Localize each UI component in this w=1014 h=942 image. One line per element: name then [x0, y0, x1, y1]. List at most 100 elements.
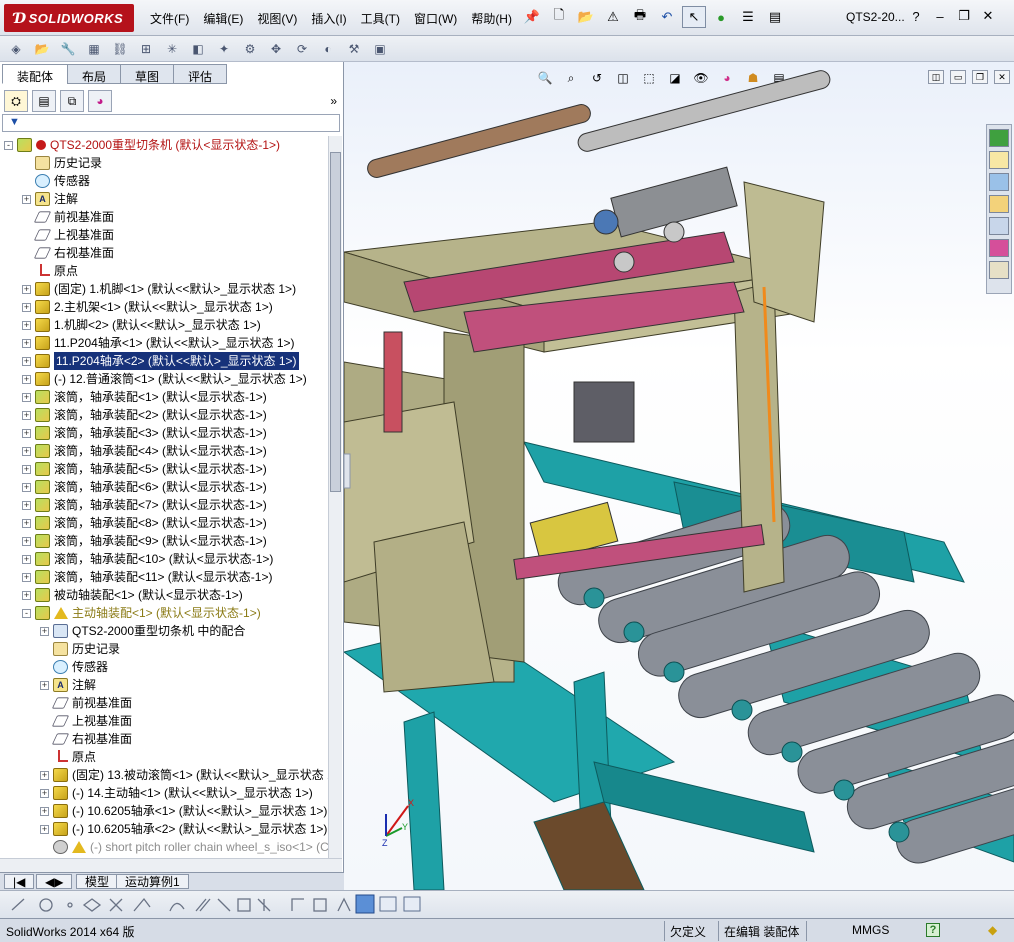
tree-node[interactable]: + 滚筒，轴承装配<9> (默认<显示状态-1>): [22, 532, 267, 550]
tree-expander-icon[interactable]: +: [40, 680, 49, 690]
tree-node[interactable]: 右视基准面: [22, 244, 114, 262]
minimize-icon[interactable]: –: [932, 8, 948, 24]
options-icon[interactable]: ☰: [736, 6, 760, 28]
tree-node[interactable]: - QTS2-2000重型切条机 (默认<显示状态-1>): [4, 136, 280, 154]
tree-expander-icon[interactable]: +: [40, 806, 49, 816]
tree-node[interactable]: + 滚筒，轴承装配<8> (默认<显示状态-1>): [22, 514, 267, 532]
menu-edit[interactable]: 编辑(E): [203, 10, 243, 27]
select-icon[interactable]: ↖: [682, 6, 706, 28]
open-icon[interactable]: 📂: [574, 6, 598, 28]
tree-node[interactable]: + (-) 14.主动轴<1> (默认<<默认>_显示状态 1>): [40, 784, 313, 802]
tree-node[interactable]: 上视基准面: [22, 226, 114, 244]
tree-node[interactable]: +11.P204轴承<1> (默认<<默认>_显示状态 1>): [22, 334, 295, 352]
explode-icon[interactable]: ✳: [162, 40, 182, 58]
sheet-icon[interactable]: ▣: [370, 40, 390, 58]
tree-node[interactable]: +1.机脚<2> (默认<<默认>_显示状态 1>): [22, 316, 261, 334]
part-icon[interactable]: ◈: [6, 40, 26, 58]
expand-panel-icon[interactable]: »: [330, 94, 337, 108]
tree-expander-icon[interactable]: +: [22, 410, 31, 420]
properties-icon[interactable]: ▤: [763, 6, 787, 28]
menu-help[interactable]: 帮助(H): [471, 10, 512, 27]
tree-node[interactable]: + (-) 10.6205轴承<2> (默认<<默认>_显示状态 1>): [40, 820, 327, 838]
tools-icon[interactable]: ⚒: [344, 40, 364, 58]
tree-expander-icon[interactable]: +: [40, 788, 49, 798]
pin-icon[interactable]: 📌: [520, 6, 544, 28]
menu-tools[interactable]: 工具(T): [361, 10, 400, 27]
rotate-icon[interactable]: ⟳: [292, 40, 312, 58]
tree-node[interactable]: + 滚筒，轴承装配<2> (默认<显示状态-1>): [22, 406, 267, 424]
tree-node[interactable]: + (固定) 1.机脚<1> (默认<<默认>_显示状态 1>): [22, 280, 296, 298]
tree-node[interactable]: (-) short pitch roller chain wheel_s_iso…: [40, 838, 328, 856]
tree-node[interactable]: + 滚筒，轴承装配<11> (默认<显示状态-1>): [22, 568, 273, 586]
print-icon[interactable]: 🖶: [628, 6, 652, 28]
tree-expander-icon[interactable]: +: [22, 518, 31, 528]
graphics-area[interactable]: 🔍 ⌕ ↺ ◫ ⬚ ◪ 👁 ◕ ☗ ▤ ◫ ▭ ❐ ✕ X Y Z: [344, 62, 1014, 890]
smart-icon[interactable]: ◐: [318, 40, 338, 58]
tree-expander-icon[interactable]: +: [22, 374, 31, 384]
property-manager-icon[interactable]: ▤: [32, 90, 56, 112]
tree-node[interactable]: - 主动轴装配<1> (默认<显示状态-1>): [22, 604, 261, 622]
tree-expander-icon[interactable]: +: [22, 590, 31, 600]
menu-view[interactable]: 视图(V): [257, 10, 297, 27]
file-explorer-icon[interactable]: [989, 195, 1009, 213]
tree-expander-icon[interactable]: -: [4, 140, 13, 150]
tree-expander-icon[interactable]: +: [22, 320, 31, 330]
tree-expander-icon[interactable]: +: [22, 464, 31, 474]
custom-properties-icon[interactable]: [989, 261, 1009, 279]
status-help-icon[interactable]: ?: [926, 923, 940, 937]
open-folder-icon[interactable]: 📂: [32, 40, 52, 58]
tree-node[interactable]: 上视基准面: [40, 712, 132, 730]
tree-expander-icon[interactable]: +: [40, 770, 49, 780]
tree-filter[interactable]: ▼: [2, 114, 340, 132]
tree-node[interactable]: + A 注解: [22, 190, 78, 208]
magic-icon[interactable]: ✦: [214, 40, 234, 58]
status-tag-icon[interactable]: ◆: [988, 923, 997, 937]
tree-node[interactable]: + (-) 10.6205轴承<1> (默认<<默认>_显示状态 1>): [40, 802, 327, 820]
tree-node[interactable]: + 滚筒，轴承装配<1> (默认<显示状态-1>): [22, 388, 267, 406]
tree-expander-icon[interactable]: +: [22, 428, 31, 438]
tree-expander-icon[interactable]: +: [22, 338, 31, 348]
status-units[interactable]: MMGS: [852, 923, 889, 937]
menu-file[interactable]: 文件(F): [150, 10, 189, 27]
tab-sketch[interactable]: 草图: [120, 64, 175, 84]
tree-node[interactable]: + 滚筒，轴承装配<5> (默认<显示状态-1>): [22, 460, 267, 478]
tree-node[interactable]: + 滚筒，轴承装配<10> (默认<显示状态-1>): [22, 550, 273, 568]
tree-expander-icon[interactable]: +: [22, 446, 31, 456]
wrench-icon[interactable]: 🔧: [58, 40, 78, 58]
tree-node[interactable]: 历史记录: [40, 640, 120, 658]
tree-node[interactable]: 传感器: [22, 172, 90, 190]
component-icon[interactable]: ▦: [84, 40, 104, 58]
tree-node[interactable]: + 滚筒，轴承装配<4> (默认<显示状态-1>): [22, 442, 267, 460]
tree-expander-icon[interactable]: +: [22, 302, 31, 312]
tree-expander-icon[interactable]: +: [22, 284, 31, 294]
nav-prev-icon[interactable]: ◀▶: [36, 874, 73, 889]
tree-expander-icon[interactable]: +: [22, 482, 31, 492]
display-icon[interactable]: ◧: [188, 40, 208, 58]
rebuild-icon[interactable]: ⚠: [601, 6, 625, 28]
nav-first-icon[interactable]: |◀: [4, 874, 35, 889]
insert-icon[interactable]: ⊞: [136, 40, 156, 58]
tree-node[interactable]: +11.P204轴承<2> (默认<<默认>_显示状态 1>): [22, 352, 299, 370]
help-icon[interactable]: ?: [908, 8, 924, 24]
tree-expander-icon[interactable]: +: [40, 626, 49, 636]
home-icon[interactable]: [989, 151, 1009, 169]
appearances-icon[interactable]: [989, 239, 1009, 257]
tree-node[interactable]: 历史记录: [22, 154, 102, 172]
new-icon[interactable]: 🗋: [547, 6, 571, 28]
tree-node[interactable]: 原点: [40, 748, 96, 766]
tree-node[interactable]: 右视基准面: [40, 730, 132, 748]
solidworks-resources-icon[interactable]: [989, 129, 1009, 147]
tree-node[interactable]: 原点: [22, 262, 78, 280]
scroll-thumb[interactable]: [330, 152, 341, 492]
tree-horizontal-scrollbar[interactable]: [0, 858, 342, 872]
tree-node[interactable]: + (-) 12.普通滚筒<1> (默认<<默认>_显示状态 1>): [22, 370, 307, 388]
tab-motion-study[interactable]: 运动算例1: [116, 874, 189, 889]
tab-model[interactable]: 模型: [76, 874, 119, 889]
tree-node[interactable]: + 滚筒，轴承装配<7> (默认<显示状态-1>): [22, 496, 267, 514]
tree-node[interactable]: +2.主机架<1> (默认<<默认>_显示状态 1>): [22, 298, 273, 316]
view-palette-icon[interactable]: [989, 217, 1009, 235]
tree-node[interactable]: + A 注解: [40, 676, 96, 694]
tree-node[interactable]: + QTS2-2000重型切条机 中的配合: [40, 622, 245, 640]
feature-manager-icon[interactable]: ⛭: [4, 90, 28, 112]
display-manager-icon[interactable]: ◕: [88, 90, 112, 112]
